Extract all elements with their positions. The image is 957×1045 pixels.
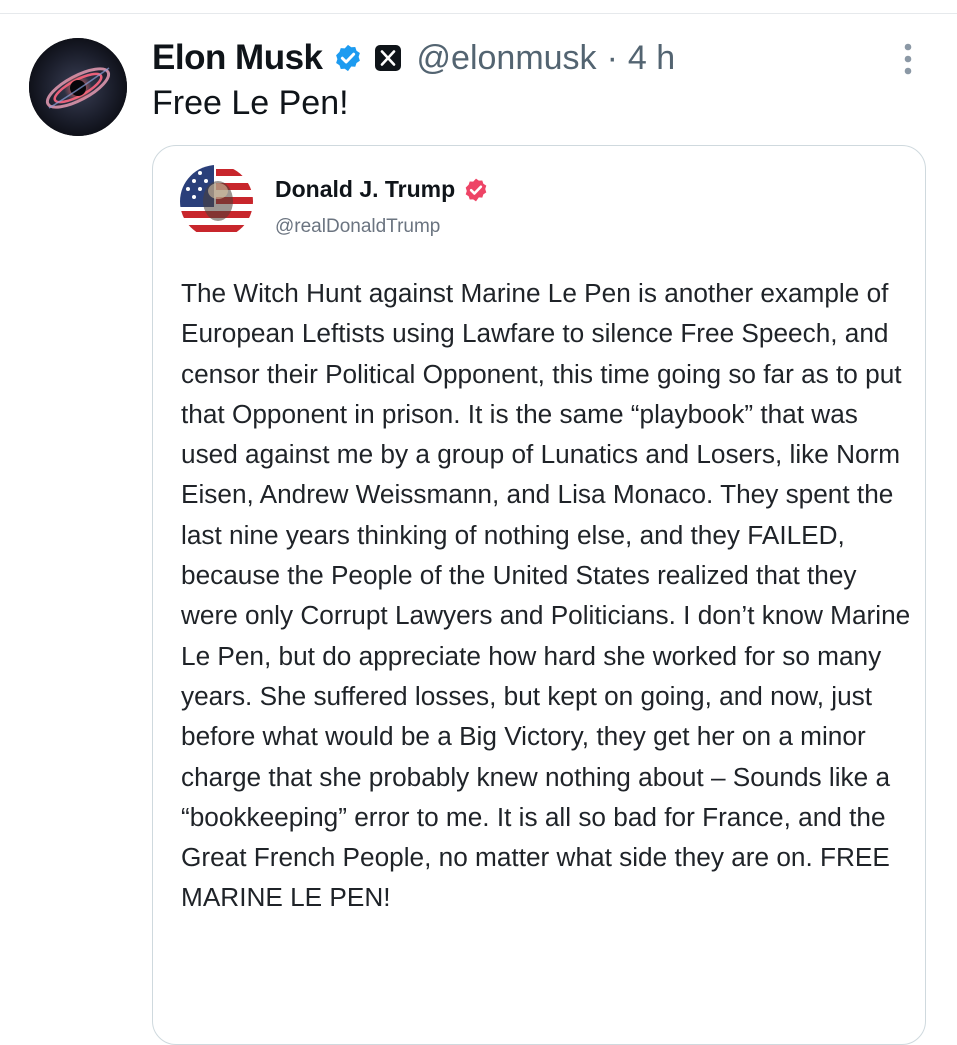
author-handle[interactable]: @elonmusk: [417, 39, 597, 78]
quoted-author-handle[interactable]: @realDonaldTrump: [275, 216, 440, 238]
flag-portrait-avatar-icon: [180, 165, 253, 238]
quoted-author-row: Donald J. Trump: [275, 176, 489, 203]
quoted-author-display-name[interactable]: Donald J. Trump: [275, 176, 455, 203]
quoted-author-avatar[interactable]: [180, 165, 253, 238]
author-avatar[interactable]: [29, 38, 127, 136]
x-affiliation-icon: [374, 45, 401, 71]
quoted-post-card[interactable]: Donald J. Trump @realDonaldTrump The Wit…: [152, 145, 926, 1045]
tweet-timestamp[interactable]: 4 h: [628, 39, 675, 78]
verified-badge-icon: [335, 44, 360, 72]
header-separator: ·: [606, 38, 618, 77]
black-hole-avatar-icon: [29, 38, 127, 136]
tweet-header: Elon Musk @elonmusk · 4 h: [152, 36, 675, 80]
quoted-post-body: The Witch Hunt against Marine Le Pen is …: [181, 278, 911, 913]
verified-badge-icon: [465, 178, 487, 201]
tweet-text: Free Le Pen!: [152, 84, 349, 122]
author-display-name[interactable]: Elon Musk: [152, 38, 323, 78]
vertical-ellipsis-icon[interactable]: [898, 42, 918, 76]
top-divider: [0, 13, 957, 14]
